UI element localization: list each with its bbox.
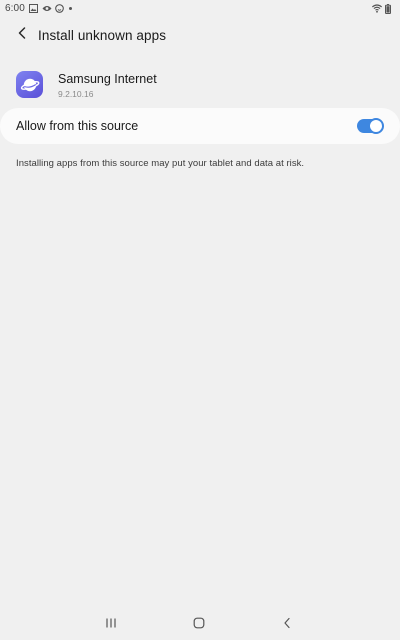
screen: 6:00 Install unknown apps Samsung Intern…	[0, 0, 400, 640]
battery-icon	[385, 3, 394, 14]
recents-button[interactable]	[104, 616, 118, 634]
wifi-icon	[371, 3, 383, 13]
status-bar-left: 6:00	[5, 3, 72, 14]
samsung-internet-icon	[16, 71, 43, 98]
app-text: Samsung Internet 9.2.10.16	[58, 68, 157, 99]
status-bar-right	[371, 3, 394, 14]
allow-from-source-switch[interactable]	[357, 118, 384, 134]
app-name: Samsung Internet	[58, 72, 157, 86]
status-bar: 6:00	[0, 0, 400, 16]
app-version: 9.2.10.16	[58, 89, 94, 99]
page-title: Install unknown apps	[38, 27, 167, 43]
app-bar: Install unknown apps	[0, 24, 400, 46]
home-icon	[193, 616, 205, 634]
allow-from-source-label: Allow from this source	[16, 119, 139, 133]
back-arrow-icon	[17, 26, 27, 44]
switch-knob	[368, 118, 384, 134]
face-icon	[55, 3, 64, 13]
back-button[interactable]	[10, 24, 34, 46]
app-info: Samsung Internet 9.2.10.16	[0, 68, 400, 104]
home-button[interactable]	[192, 616, 206, 634]
allow-from-source-row[interactable]: Allow from this source	[0, 108, 400, 144]
navigation-bar	[0, 610, 400, 640]
status-time: 6:00	[5, 2, 25, 14]
nav-back-button[interactable]	[280, 616, 294, 634]
notification-dot	[68, 6, 72, 10]
back-icon	[282, 616, 292, 634]
eye-icon	[42, 4, 52, 13]
recents-icon	[105, 616, 117, 634]
risk-warning-text: Installing apps from this source may put…	[16, 158, 305, 169]
image-icon	[28, 3, 38, 13]
